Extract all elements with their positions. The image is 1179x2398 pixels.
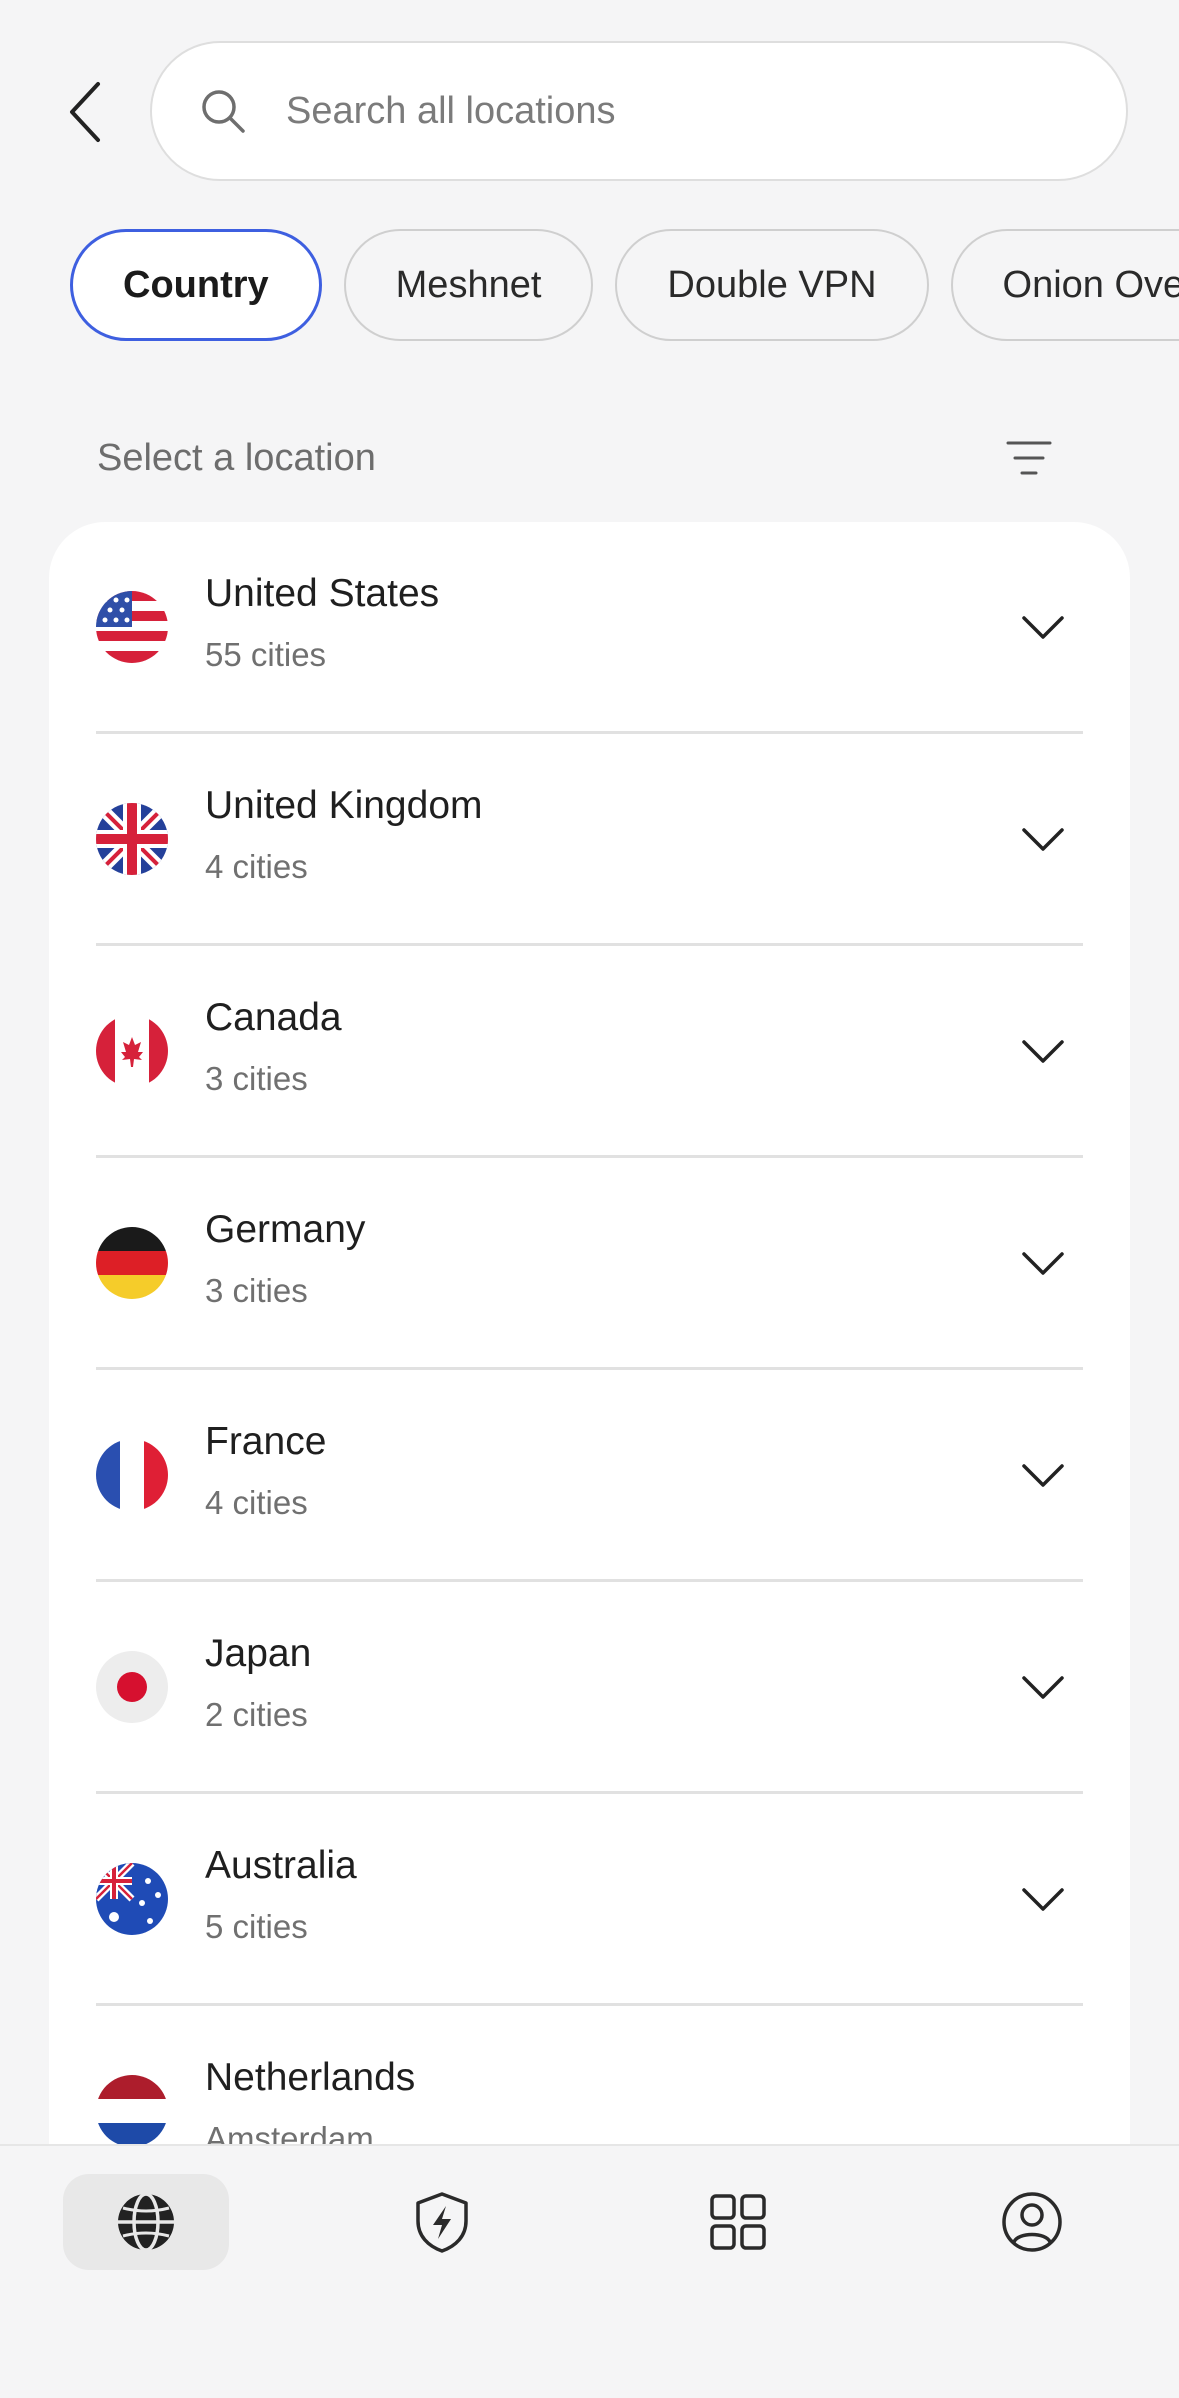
chevron-down-icon <box>1022 1464 1064 1487</box>
location-row-united-states[interactable]: United States 55 cities <box>96 522 1083 734</box>
bottom-navigation <box>0 2144 1179 2398</box>
location-row-germany[interactable]: Germany 3 cities <box>96 1158 1083 1370</box>
nav-dashboard[interactable] <box>655 2174 821 2270</box>
profile-icon <box>1002 2192 1062 2252</box>
grid-icon <box>710 2194 766 2250</box>
location-name: Australia <box>205 1844 357 1887</box>
filter-icon <box>1006 441 1052 475</box>
location-name: Netherlands <box>205 2056 416 2099</box>
location-row-japan[interactable]: Japan 2 cities <box>96 1582 1083 1794</box>
chevron-down-icon <box>1022 1888 1064 1911</box>
expand-button[interactable] <box>1019 1452 1067 1500</box>
flag-australia-icon <box>96 1863 168 1935</box>
chevron-left-icon <box>70 82 100 142</box>
chevron-down-icon <box>1022 1040 1064 1063</box>
expand-button[interactable] <box>1019 1240 1067 1288</box>
chevron-down-icon <box>1022 1676 1064 1699</box>
flag-france-icon <box>96 1439 168 1511</box>
location-sub: 2 cities <box>205 1696 308 1733</box>
expand-button[interactable] <box>1019 1664 1067 1712</box>
nav-threat-protection[interactable] <box>359 2174 525 2270</box>
location-row-netherlands[interactable]: Netherlands Amsterdam <box>96 2006 1083 2162</box>
location-row-united-kingdom[interactable]: United Kingdom 4 cities <box>96 734 1083 946</box>
location-sub: 4 cities <box>205 848 308 885</box>
location-sub: 5 cities <box>205 1908 308 1945</box>
flag-united-kingdom-icon <box>96 803 168 875</box>
chip-country[interactable]: Country <box>70 229 322 341</box>
location-name: Canada <box>205 996 342 1039</box>
chip-meshnet[interactable]: Meshnet <box>343 229 594 341</box>
category-chips: CountryMeshnetDouble VPNOnion Over VPN <box>70 229 1179 345</box>
flag-netherlands-icon <box>96 2075 168 2147</box>
location-name: Japan <box>205 1632 312 1675</box>
location-sub: 4 cities <box>205 1484 308 1521</box>
chevron-down-icon <box>1022 828 1064 851</box>
location-name: United States <box>205 572 440 615</box>
expand-button[interactable] <box>1019 1876 1067 1924</box>
chevron-down-icon <box>1022 616 1064 639</box>
search-icon <box>198 86 248 136</box>
search-input[interactable] <box>284 88 1048 134</box>
expand-button[interactable] <box>1019 1028 1067 1076</box>
location-row-france[interactable]: France 4 cities <box>96 1370 1083 1582</box>
location-name: France <box>205 1420 327 1463</box>
location-sub: 55 cities <box>205 636 327 673</box>
expand-button[interactable] <box>1019 604 1067 652</box>
chip-double-vpn[interactable]: Double VPN <box>615 229 929 341</box>
shield-bolt-icon <box>416 2192 468 2253</box>
sort-filter-button[interactable] <box>1001 430 1057 486</box>
search-bar[interactable] <box>150 41 1128 181</box>
globe-icon <box>118 2192 174 2252</box>
location-row-canada[interactable]: Canada 3 cities <box>96 946 1083 1158</box>
chevron-down-icon <box>1022 1252 1064 1275</box>
chip-onion-over-vpn[interactable]: Onion Over VPN <box>950 229 1179 341</box>
flag-japan-icon <box>96 1651 168 1723</box>
nav-globe[interactable] <box>63 2174 229 2270</box>
location-sub: 3 cities <box>205 1272 308 1309</box>
location-name: United Kingdom <box>205 784 483 827</box>
nav-profile[interactable] <box>949 2174 1115 2270</box>
location-row-australia[interactable]: Australia 5 cities <box>96 1794 1083 2006</box>
location-list: United States 55 cities United Kingdom 4… <box>49 522 1130 2162</box>
section-header: Select a location <box>97 420 1057 496</box>
location-sub: 3 cities <box>205 1060 308 1097</box>
back-button[interactable] <box>58 70 112 154</box>
section-label: Select a location <box>97 436 376 479</box>
flag-canada-icon <box>96 1015 168 1087</box>
top-bar <box>0 0 1179 200</box>
flag-united-states-icon <box>96 591 168 663</box>
expand-button[interactable] <box>1019 816 1067 864</box>
location-name: Germany <box>205 1208 366 1251</box>
flag-germany-icon <box>96 1227 168 1299</box>
